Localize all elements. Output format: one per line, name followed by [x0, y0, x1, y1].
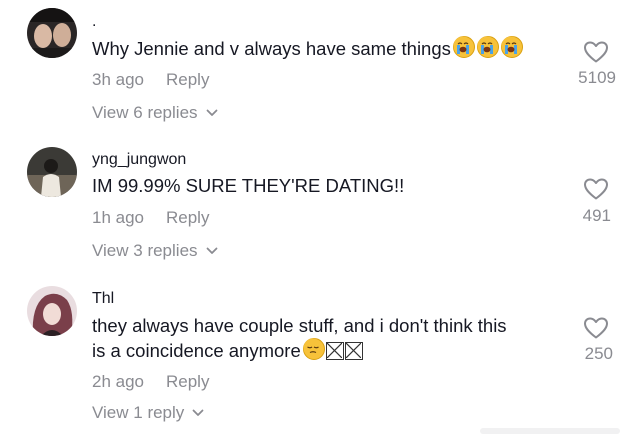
heart-icon[interactable]: [583, 40, 609, 64]
view-replies-button[interactable]: View 3 replies: [92, 241, 218, 261]
comment-meta: 3h ago Reply: [92, 70, 209, 90]
bottom-input-bar[interactable]: [480, 428, 620, 434]
heart-icon[interactable]: [583, 316, 609, 340]
comment-text: IM 99.99% SURE THEY'RE DATING!!: [92, 174, 562, 198]
timestamp: 3h ago: [92, 70, 144, 89]
view-replies-button[interactable]: View 1 reply: [92, 403, 204, 423]
missing-glyph-box-icon: [344, 342, 363, 360]
view-replies-label: View 1 reply: [92, 403, 185, 422]
pensive-face-icon: [302, 338, 325, 360]
chevron-down-icon: [206, 247, 217, 254]
comment-text-body: Why Jennie and v always have same things: [92, 38, 451, 59]
timestamp: 2h ago: [92, 372, 144, 391]
comment-meta: 2h ago Reply: [92, 372, 209, 392]
like-count: 250: [584, 344, 613, 363]
avatar[interactable]: [27, 286, 77, 336]
reply-button[interactable]: Reply: [166, 70, 209, 89]
username[interactable]: .: [92, 13, 96, 31]
comment-text-line-2-body: is a coincidence anymore: [92, 340, 301, 361]
avatar[interactable]: [27, 8, 77, 58]
reply-button[interactable]: Reply: [166, 372, 209, 391]
like-count: 5109: [578, 68, 616, 87]
loudly-crying-face-icon: [452, 36, 475, 58]
username[interactable]: yng_jungwon: [92, 151, 186, 169]
missing-glyph-box-icon: [325, 342, 344, 360]
like-count: 491: [582, 206, 611, 225]
comment-text-line-1: they always have couple stuff, and i don…: [92, 315, 507, 336]
comment-text-line-2: is a coincidence anymore: [92, 338, 562, 363]
comment-text: they always have couple stuff, and i don…: [92, 314, 562, 363]
comment-meta: 1h ago Reply: [92, 208, 209, 228]
comment-text: Why Jennie and v always have same things: [92, 36, 562, 61]
view-replies-button[interactable]: View 6 replies: [92, 103, 218, 123]
username[interactable]: Thl: [92, 290, 114, 308]
reply-button[interactable]: Reply: [166, 208, 209, 227]
timestamp: 1h ago: [92, 208, 144, 227]
loudly-crying-face-icon: [500, 36, 523, 58]
heart-icon[interactable]: [583, 177, 609, 201]
avatar[interactable]: [27, 147, 77, 197]
chevron-down-icon: [192, 409, 204, 416]
chevron-down-icon: [206, 109, 217, 116]
view-replies-label: View 6 replies: [92, 103, 198, 122]
loudly-crying-face-icon: [476, 36, 499, 58]
comment-text-body: IM 99.99% SURE THEY'RE DATING!!: [92, 175, 405, 196]
view-replies-label: View 3 replies: [92, 241, 198, 260]
